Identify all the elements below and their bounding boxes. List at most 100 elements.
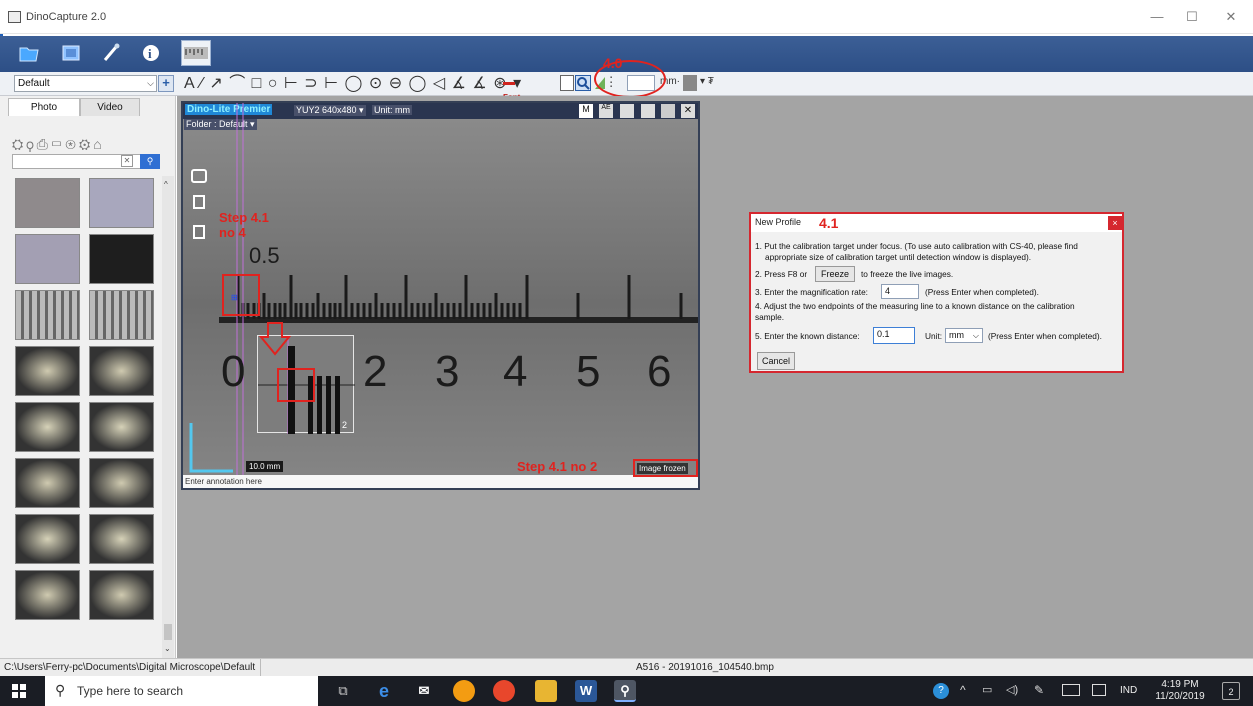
tray-chevron-icon[interactable]: ^ [960, 683, 966, 697]
thumbnail[interactable] [89, 346, 154, 396]
zoom-calibration-icon[interactable] [575, 75, 591, 91]
drawing-tools[interactable]: A ⁄ ↗ ⌒ □ ○ ⊢ ⊃ ⊢ ◯ ⊙ ⊖ ◯ ◁ ∡ ∡ ⊛ ▾ [184, 75, 522, 93]
mail-icon[interactable]: ✉ [413, 680, 435, 702]
thumbnail[interactable] [15, 570, 80, 620]
grid-icon[interactable] [560, 75, 574, 91]
volume-icon[interactable]: ◁) [1006, 683, 1018, 696]
thumbnail[interactable] [15, 346, 80, 396]
panel-scrollbar[interactable] [162, 176, 174, 658]
scroll-thumb[interactable] [164, 624, 172, 640]
thumbnail[interactable] [15, 458, 80, 508]
camera-viewer[interactable]: Dino-Lite Premier YUY2 640x480 ▾ Unit: m… [181, 101, 700, 490]
magnification-input[interactable]: 4 [881, 284, 919, 299]
edge-icon[interactable]: e [373, 680, 395, 702]
ruler-number: 4 [503, 347, 528, 396]
thumbnail[interactable] [89, 178, 154, 228]
windows-start-icon[interactable] [12, 684, 26, 698]
thumbnail[interactable] [15, 178, 80, 228]
thumbnail[interactable] [15, 290, 80, 340]
search-input[interactable] [12, 154, 160, 169]
annotation-arrow-icon [259, 322, 291, 356]
instruction-3-pre: 3. Enter the magnification rate: [755, 287, 868, 297]
firefox-icon[interactable] [453, 680, 475, 702]
dialog-close-button[interactable]: × [1108, 216, 1122, 230]
profile-select[interactable]: Default ⌵ [14, 75, 157, 92]
maximize-button[interactable]: ☐ [1180, 8, 1204, 26]
instruction-5-post: (Press Enter when completed). [988, 331, 1102, 341]
thumbnail[interactable] [89, 234, 154, 284]
search-icon: ⚲ [55, 682, 66, 698]
panel-tool-icons[interactable]: ⛭⚲⎙▭⊛⚙⌂ [12, 136, 105, 153]
annotation-line: no 4 [219, 225, 246, 240]
annotation-step-4-0: 4.0 [603, 55, 623, 71]
thumbnail[interactable] [89, 514, 154, 564]
ruler-number: 5 [576, 347, 601, 396]
window-title: DinoCapture 2.0 [26, 11, 107, 23]
instruction-3-post: (Press Enter when completed). [925, 287, 1039, 297]
scale-bar-label: 10.0 mm [246, 461, 284, 472]
scroll-up-icon[interactable]: ^ [164, 180, 168, 189]
word-icon[interactable]: W [575, 680, 597, 702]
scroll-down-icon[interactable]: ⌄ [164, 644, 171, 653]
task-view-icon[interactable]: ⧉ [332, 680, 354, 702]
font-tool[interactable]: Font [503, 77, 533, 102]
folder-icon[interactable] [16, 40, 42, 66]
status-divider [260, 659, 261, 676]
taskbar-search-input[interactable]: Type here to search [77, 684, 183, 698]
chrome-icon[interactable] [493, 680, 515, 702]
instruction-2-post: to freeze the live images. [861, 269, 954, 279]
ruler-thumb-icon[interactable] [181, 40, 211, 66]
overflow-icon[interactable]: ▾ ₮ [700, 76, 714, 87]
pen-icon[interactable]: ✎ [1034, 683, 1044, 697]
window-icon[interactable] [58, 40, 84, 66]
cancel-button[interactable]: Cancel [757, 352, 795, 370]
dinocapture-taskbar-icon[interactable]: ⚲ [614, 680, 636, 702]
thumbnail[interactable] [15, 402, 80, 452]
notification-icon[interactable]: 2 [1222, 682, 1240, 700]
instruction-1: 1. Put the calibration target under focu… [755, 241, 1078, 251]
app-icon [8, 11, 21, 23]
close-button[interactable]: ✕ [1219, 8, 1243, 26]
add-profile-button[interactable]: + [158, 75, 174, 92]
image-menu-icon[interactable] [683, 75, 697, 91]
battery-icon[interactable]: ▭ [982, 683, 992, 696]
thumbnail[interactable] [89, 458, 154, 508]
thumbnail-panel: Photo Video ⛭⚲⎙▭⊛⚙⌂ ✕ ⚲ ^ ⌄ [0, 96, 176, 658]
thumbnail[interactable] [89, 402, 154, 452]
touchpad-icon[interactable] [1092, 684, 1106, 696]
known-distance-input[interactable]: 0.1 [873, 327, 915, 344]
clear-icon[interactable]: ✕ [121, 155, 133, 167]
thumbnail[interactable] [15, 514, 80, 564]
title-bar: DinoCapture 2.0 — ☐ ✕ [0, 0, 1253, 34]
ruler-number: 2 [363, 347, 388, 396]
search-icon[interactable]: ⚲ [140, 154, 160, 169]
thumbnail[interactable] [15, 234, 80, 284]
tools-icon[interactable] [98, 40, 124, 66]
info-icon[interactable]: i [138, 40, 164, 66]
file-explorer-icon[interactable] [535, 680, 557, 702]
thumbnail[interactable] [89, 290, 154, 340]
keyboard-icon[interactable] [1062, 684, 1080, 696]
clock-time: 4:19 PM [1161, 679, 1199, 690]
image-frozen-badge: Image frozen [637, 463, 688, 474]
minimize-button[interactable]: — [1145, 8, 1169, 26]
ruler-number: 3 [435, 347, 460, 396]
clock[interactable]: 4:19 PM 11/20/2019 [1150, 679, 1210, 703]
annotation-input[interactable]: Enter annotation here [183, 475, 698, 488]
annotation-box-inset [277, 368, 315, 402]
unit-label: Unit: [925, 331, 943, 341]
help-icon[interactable]: ? [933, 683, 949, 699]
tab-video[interactable]: Video [80, 98, 140, 116]
unit-select[interactable]: mm ⌵ [945, 328, 983, 343]
profile-select-value: Default [18, 78, 50, 89]
annotation-box-endpoint [222, 274, 260, 316]
freeze-button[interactable]: Freeze [815, 266, 855, 282]
language-indicator[interactable]: IND [1120, 685, 1137, 696]
taskbar-search[interactable]: ⚲ Type here to search [45, 676, 318, 706]
instruction-1b: appropriate size of calibration target u… [765, 252, 1032, 262]
instruction-4: 4. Adjust the two endpoints of the measu… [755, 301, 1075, 311]
annotation-step-4-1-no2: Step 4.1 no 2 [517, 459, 598, 474]
tab-photo[interactable]: Photo [8, 98, 80, 116]
annotation-step-4-1-no4: Step 4.1 no 4 [219, 210, 269, 240]
thumbnail[interactable] [89, 570, 154, 620]
